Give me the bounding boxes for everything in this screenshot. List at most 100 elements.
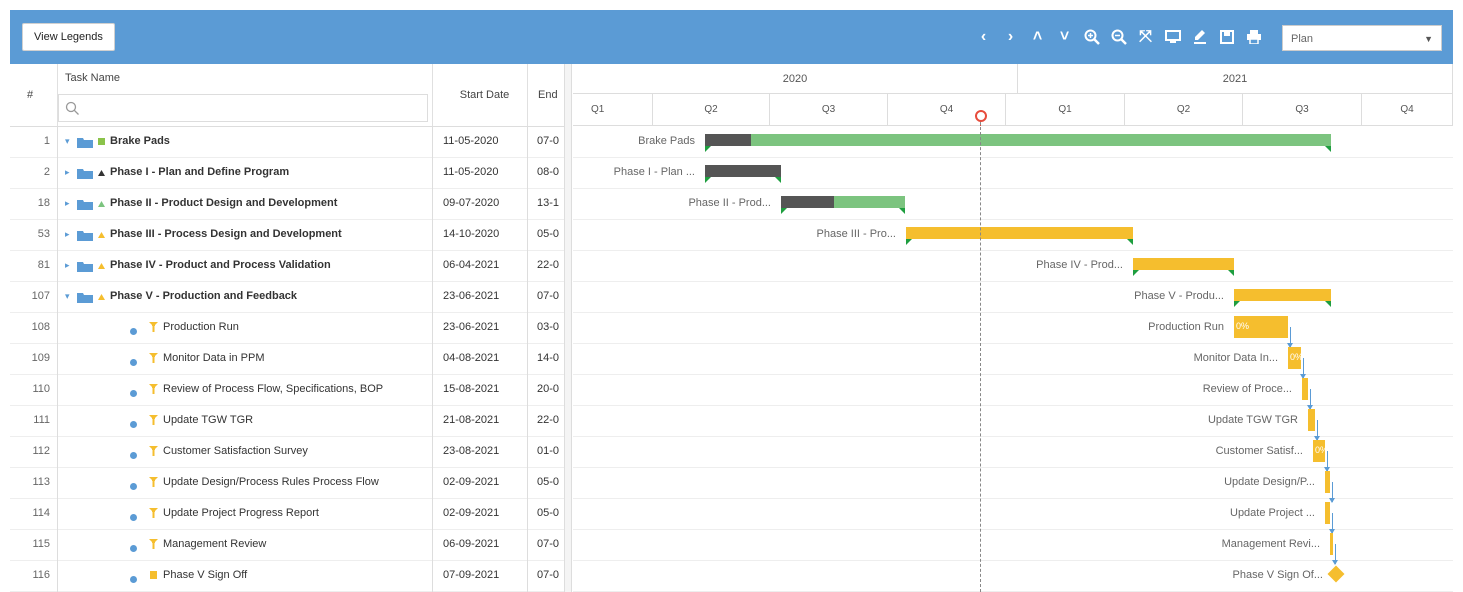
- task-name[interactable]: Production Run: [163, 312, 430, 343]
- summary-bar[interactable]: [906, 227, 1133, 239]
- task-name[interactable]: Customer Satisfaction Survey: [163, 436, 430, 467]
- task-name[interactable]: Monitor Data in PPM: [163, 343, 430, 374]
- year-header: 2021: [1018, 64, 1453, 94]
- summary-end-cap: [781, 208, 787, 214]
- task-bar[interactable]: [1330, 533, 1333, 555]
- row-number: 111: [33, 414, 50, 426]
- phase-indicator-icon: [98, 263, 105, 269]
- chevron-left-icon[interactable]: ‹: [970, 23, 997, 51]
- progress-fill: [705, 165, 781, 177]
- collapse-down-icon[interactable]: ˅: [1051, 23, 1078, 51]
- task-name[interactable]: Brake Pads: [110, 126, 430, 157]
- table-row[interactable]: 2 ▸ Phase I - Plan and Define Program 11-05…: [10, 157, 572, 189]
- summary-bar[interactable]: [1133, 258, 1234, 270]
- bar-label: Phase IV - Prod...: [1036, 259, 1123, 271]
- task-bar[interactable]: [1308, 409, 1315, 431]
- task-name[interactable]: Update Project Progress Report: [163, 498, 430, 529]
- milestone-flag-icon: [150, 571, 157, 579]
- expand-arrow-icon[interactable]: ▸: [65, 157, 70, 188]
- task-bar[interactable]: [1325, 471, 1330, 493]
- task-search-input[interactable]: [58, 94, 428, 122]
- bar-label: Monitor Data In...: [1193, 352, 1278, 364]
- chevron-right-icon[interactable]: ›: [997, 23, 1024, 51]
- task-name[interactable]: Update TGW TGR: [163, 405, 430, 436]
- bar-label: Management Revi...: [1221, 538, 1320, 550]
- bar-label: Review of Proce...: [1202, 383, 1292, 395]
- expand-arrow-icon[interactable]: ▸: [65, 219, 70, 250]
- highlight-icon[interactable]: [1186, 23, 1213, 51]
- quarter-label: Q3: [1243, 94, 1362, 126]
- end-date: 07-0: [537, 135, 560, 147]
- table-row[interactable]: 115 Management Review 06-09-2021 07-0: [10, 529, 572, 561]
- fit-screen-icon[interactable]: ⤧: [1132, 23, 1159, 51]
- task-name[interactable]: Phase I - Plan and Define Program: [110, 157, 430, 188]
- view-legends-button[interactable]: View Legends: [22, 23, 115, 51]
- summary-bar[interactable]: [1234, 289, 1331, 301]
- task-name[interactable]: Review of Process Flow, Specifications, …: [163, 374, 430, 405]
- collapse-arrow-icon[interactable]: ▾: [65, 126, 70, 157]
- task-type-icon: [149, 477, 158, 487]
- table-row[interactable]: 1 ▾ Brake Pads 11-05-2020 07-0: [10, 126, 572, 158]
- expand-arrow-icon[interactable]: ▸: [65, 250, 70, 281]
- task-name[interactable]: Phase II - Product Design and Developmen…: [110, 188, 430, 219]
- column-divider: [57, 64, 58, 126]
- start-date: 23-06-2021: [443, 321, 500, 333]
- column-divider: [57, 126, 58, 592]
- print-icon[interactable]: [1240, 23, 1267, 51]
- row-number: 109: [31, 352, 50, 364]
- table-row[interactable]: 108 Production Run 23-06-2021 03-0: [10, 312, 572, 344]
- table-row[interactable]: 107 ▾ Phase V - Production and Feedback 23-…: [10, 281, 572, 313]
- summary-end-cap: [906, 239, 912, 245]
- task-name[interactable]: Phase V Sign Off: [163, 560, 430, 591]
- splitter[interactable]: [564, 64, 572, 592]
- summary-end-cap: [1325, 146, 1331, 152]
- folder-icon: [77, 231, 93, 241]
- task-name[interactable]: Update Design/Process Rules Process Flow: [163, 467, 430, 498]
- quarter-label: Q4: [888, 94, 1006, 126]
- folder-icon: [77, 262, 93, 272]
- table-row[interactable]: 81 ▸ Phase IV - Product and Process Valida…: [10, 250, 572, 282]
- zoom-in-icon[interactable]: [1078, 23, 1105, 51]
- task-bar[interactable]: [1325, 502, 1330, 524]
- bar-label: Customer Satisf...: [1215, 445, 1303, 457]
- start-date: 11-05-2020: [443, 135, 499, 147]
- chart-row: Monitor Data In... 0%: [573, 343, 1453, 379]
- task-dot-icon: [130, 514, 137, 521]
- table-row[interactable]: 114 Update Project Progress Report 02-09-2…: [10, 498, 572, 530]
- end-date: 05-0: [537, 228, 560, 240]
- collapse-arrow-icon[interactable]: ▾: [65, 281, 70, 312]
- summary-end-cap: [1127, 239, 1133, 245]
- task-bar[interactable]: [1302, 378, 1308, 400]
- view-mode-select[interactable]: Plan ▼: [1282, 25, 1442, 51]
- save-icon[interactable]: [1213, 23, 1240, 51]
- column-divider: [432, 64, 433, 126]
- task-name[interactable]: Phase IV - Product and Process Validatio…: [110, 250, 430, 281]
- grid-header: # Task Name Start Date End: [10, 64, 572, 127]
- table-row[interactable]: 18 ▸ Phase II - Product Design and Develop…: [10, 188, 572, 220]
- chart-row: Phase V Sign Of...: [573, 560, 1453, 592]
- task-dot-icon: [130, 452, 137, 459]
- task-name[interactable]: Management Review: [163, 529, 430, 560]
- table-row[interactable]: 53 ▸ Phase III - Process Design and Develo…: [10, 219, 572, 251]
- summary-end-cap: [1228, 270, 1234, 276]
- table-row[interactable]: 113 Update Design/Process Rules Process F…: [10, 467, 572, 499]
- table-row[interactable]: 111 Update TGW TGR 21-08-2021 22-0: [10, 405, 572, 437]
- task-dot-icon: [130, 545, 137, 552]
- start-date: 09-07-2020: [443, 197, 500, 209]
- column-header-start-date[interactable]: Start Date: [442, 64, 527, 126]
- summary-bar[interactable]: [705, 134, 1331, 146]
- table-row[interactable]: 110 Review of Process Flow, Specification…: [10, 374, 572, 406]
- column-header-task-name[interactable]: Task Name: [65, 72, 120, 86]
- monitor-icon[interactable]: [1159, 23, 1186, 51]
- task-name[interactable]: Phase III - Process Design and Developme…: [110, 219, 430, 250]
- chart-row: Brake Pads: [573, 126, 1453, 158]
- expand-arrow-icon[interactable]: ▸: [65, 188, 70, 219]
- task-name[interactable]: Phase V - Production and Feedback: [110, 281, 430, 312]
- table-row[interactable]: 109 Monitor Data in PPM 04-08-2021 14-0: [10, 343, 572, 375]
- milestone-diamond[interactable]: [1327, 565, 1345, 583]
- table-row[interactable]: 116 Phase V Sign Off 07-09-2021 07-0: [10, 560, 572, 592]
- bar-label: Update Project ...: [1230, 507, 1315, 519]
- expand-up-icon[interactable]: ˄: [1024, 23, 1051, 51]
- zoom-out-icon[interactable]: [1105, 23, 1132, 51]
- table-row[interactable]: 112 Customer Satisfaction Survey 23-08-202…: [10, 436, 572, 468]
